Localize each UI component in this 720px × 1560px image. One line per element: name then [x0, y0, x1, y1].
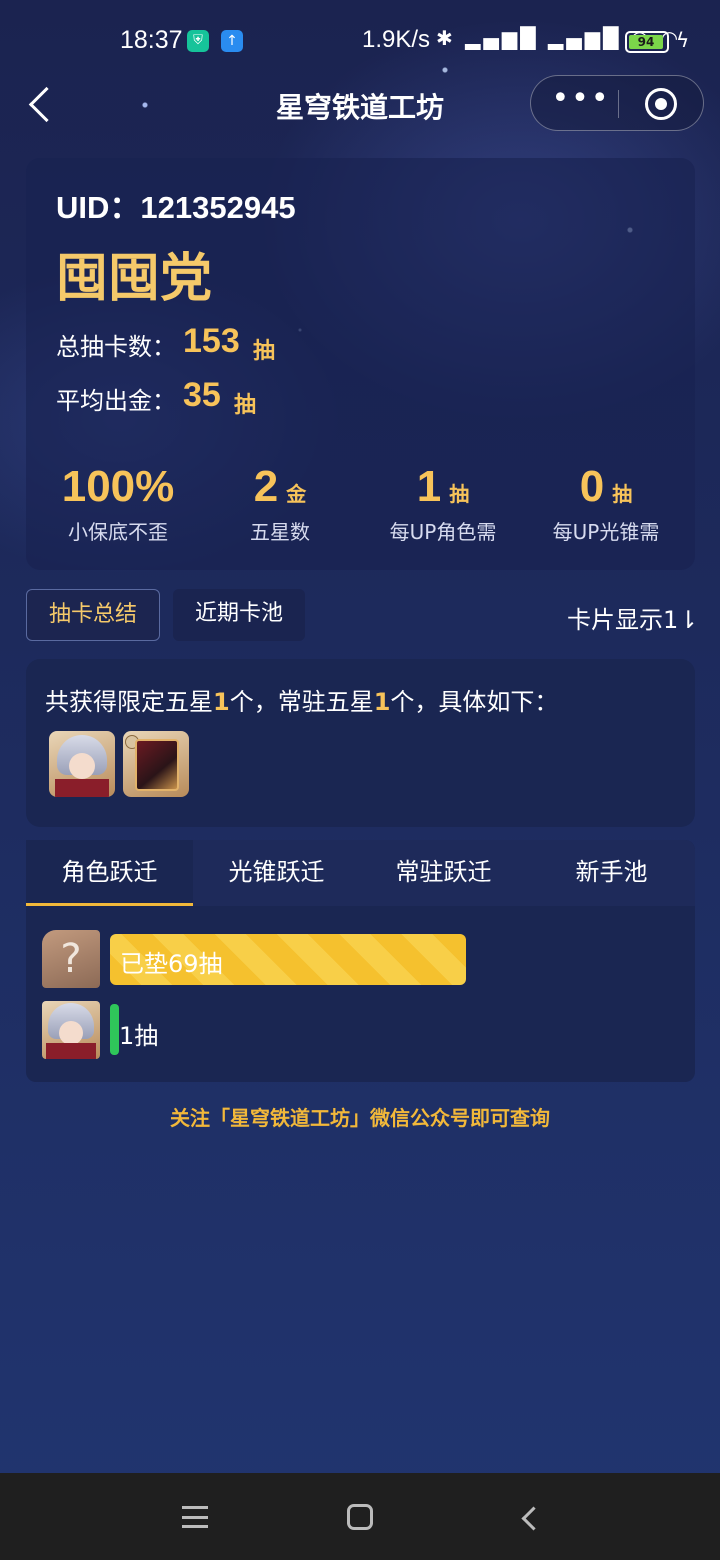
stat-caption: 每UP光锥需 — [552, 520, 660, 544]
upload-app-icon: ↑ — [221, 30, 243, 52]
character-portrait[interactable] — [49, 731, 115, 797]
pity-progress-bar: 已垫69抽 — [110, 934, 466, 985]
stat-value: 2 — [253, 462, 279, 511]
close-target-icon[interactable] — [645, 88, 677, 120]
stat-value: 1 — [416, 462, 442, 511]
stat-caption: 五星数 — [250, 520, 310, 544]
menu-icon[interactable] — [182, 1506, 208, 1528]
character-pull-bar — [110, 1004, 119, 1055]
pity-progress-label: 已垫69抽 — [120, 950, 223, 978]
total-pulls-value: 153 — [183, 322, 240, 360]
capsule-divider — [618, 90, 619, 118]
stat-fifty-fifty: 100% 小保底不歪 — [28, 462, 208, 545]
total-pulls-unit: 抽 — [253, 339, 276, 364]
status-bar: 18:37 ⛨ ↑ 1.9K/s ✱ ▂▄▆█ ▂▄▆█ ◠ ◠ 94 ϟ — [0, 0, 720, 80]
stat-value: 100% — [61, 462, 175, 511]
character-pull-label: 1抽 — [119, 1022, 159, 1050]
avg-gold-value: 35 — [183, 376, 221, 414]
stat-five-star-count: 2金 五星数 — [190, 462, 370, 545]
obtained-summary: 共获得限定五星1个，常驻五星1个，具体如下： — [45, 682, 558, 717]
mini-program-capsule: ••• — [530, 75, 704, 131]
stat-unit: 抽 — [612, 482, 633, 506]
limited-count: 1 — [213, 688, 230, 716]
tab-standard-warp[interactable]: 常驻跃迁 — [360, 840, 527, 906]
nav-back-icon[interactable] — [519, 1506, 539, 1528]
more-icon[interactable]: ••• — [551, 84, 611, 118]
card-display-toggle[interactable]: 卡片显示1⇂ — [567, 600, 698, 635]
light-cone-portrait[interactable] — [123, 731, 189, 797]
standard-count: 1 — [373, 688, 391, 716]
avg-gold-label: 平均出金： — [56, 387, 176, 415]
uid-text: UID：121352945 — [56, 190, 296, 225]
charging-icon: ϟ — [676, 28, 690, 52]
home-icon[interactable] — [347, 1504, 373, 1530]
obtained-suffix: 个，具体如下： — [390, 688, 559, 716]
total-pulls-label: 总抽卡数： — [56, 333, 176, 361]
stat-caption: 每UP角色需 — [389, 520, 497, 544]
obtained-prefix: 共获得限定五星 — [45, 688, 213, 716]
stat-per-up-light-cone: 0抽 每UP光锥需 — [516, 462, 696, 545]
tab-light-cone-warp[interactable]: 光锥跃迁 — [193, 840, 360, 906]
stat-unit: 抽 — [449, 482, 470, 506]
battery-icon: 94 — [625, 31, 669, 53]
tab-character-warp[interactable]: 角色跃迁 — [26, 840, 193, 906]
stat-value: 0 — [579, 462, 605, 511]
follow-note: 关注「星穹铁道工坊」微信公众号即可查询 — [170, 1106, 550, 1130]
shield-app-icon: ⛨ — [187, 30, 209, 52]
tab-beginner-warp[interactable]: 新手池 — [528, 840, 695, 906]
stat-per-up-character: 1抽 每UP角色需 — [353, 462, 533, 545]
battery-level: 94 — [629, 35, 663, 49]
tab-gacha-summary[interactable]: 抽卡总结 — [26, 589, 160, 641]
unknown-avatar-icon: ? — [42, 930, 100, 988]
player-nickname: 囤囤党 — [56, 249, 213, 309]
stat-unit: 金 — [286, 482, 307, 506]
character-avatar — [42, 1001, 100, 1059]
status-time: 18:37 — [120, 26, 183, 54]
network-speed: 1.9K/s — [362, 26, 431, 53]
avg-gold-unit: 抽 — [234, 393, 257, 418]
obtained-middle: 个，常驻五星 — [229, 688, 374, 716]
tab-recent-pools[interactable]: 近期卡池 — [173, 589, 305, 641]
stat-caption: 小保底不歪 — [68, 520, 168, 544]
